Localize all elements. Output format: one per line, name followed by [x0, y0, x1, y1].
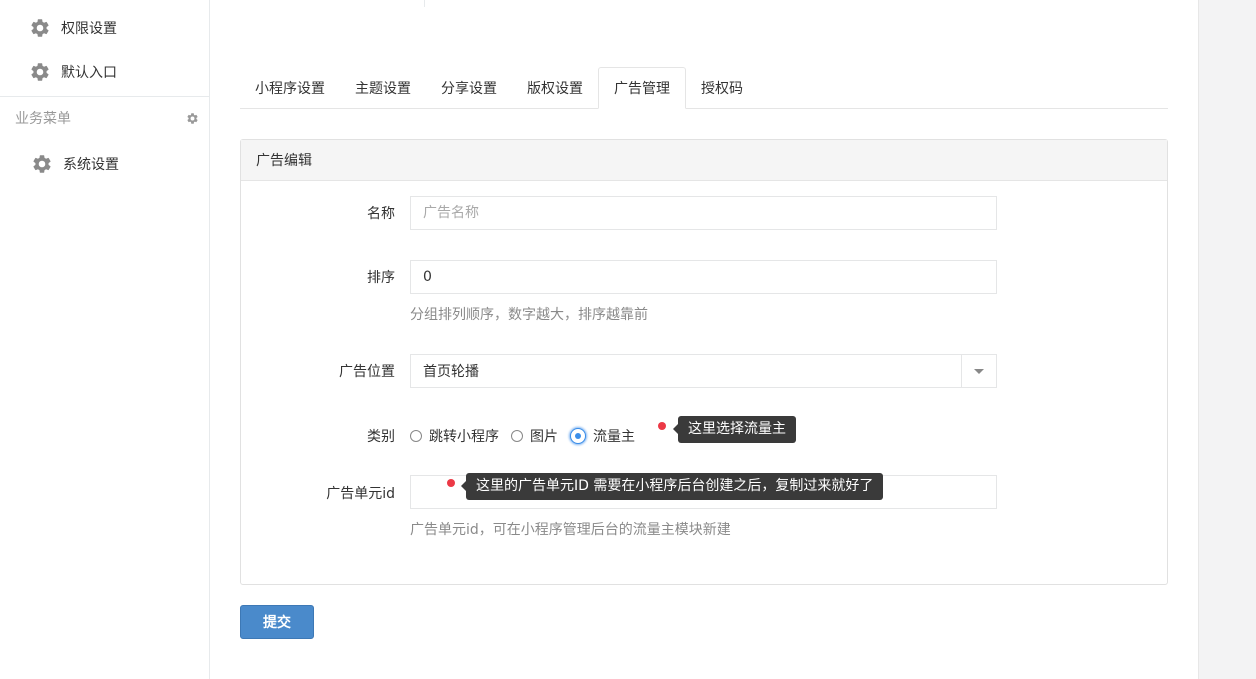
- tab-ad-management[interactable]: 广告管理: [598, 67, 686, 109]
- annotation-pin: [447, 479, 455, 487]
- annotation-pin: [658, 422, 666, 430]
- sidebar-item-permissions[interactable]: 权限设置: [0, 8, 209, 48]
- tab-miniprogram-settings[interactable]: 小程序设置: [240, 67, 340, 108]
- sidebar-item-system-settings[interactable]: 系统设置: [0, 144, 209, 184]
- sidebar-item-label: 默认入口: [61, 65, 117, 81]
- tab-auth-code[interactable]: 授权码: [686, 67, 758, 108]
- sidebar: 权限设置 默认入口 业务菜单 系统设置: [0, 0, 210, 679]
- unit-id-help-text: 广告单元id，可在小程序管理后台的流量主模块新建: [410, 522, 731, 538]
- chevron-down-icon[interactable]: [961, 355, 996, 387]
- unit-id-label: 广告单元id: [326, 486, 395, 502]
- radio-image[interactable]: 图片: [511, 426, 558, 446]
- right-gutter: [1198, 0, 1256, 679]
- ad-name-input[interactable]: [410, 196, 997, 230]
- sidebar-item-label: 系统设置: [63, 157, 119, 173]
- tab-copyright-settings[interactable]: 版权设置: [512, 67, 598, 108]
- sidebar-item-label: 权限设置: [61, 21, 117, 37]
- tab-theme-settings[interactable]: 主题设置: [340, 67, 426, 108]
- radio-label: 图片: [530, 429, 558, 445]
- radio-circle[interactable]: [410, 430, 422, 442]
- sidebar-divider: [0, 96, 209, 97]
- annotation-tooltip-type: 这里选择流量主: [673, 416, 796, 443]
- annotation-tooltip-unit-id: 这里的广告单元ID 需要在小程序后台创建之后，复制过来就好了: [460, 473, 884, 500]
- type-label: 类别: [367, 429, 395, 445]
- tab-share-settings[interactable]: 分享设置: [426, 67, 512, 108]
- submit-button[interactable]: 提交: [240, 605, 314, 639]
- ad-position-selected: 首页轮播: [423, 364, 479, 380]
- position-label: 广告位置: [339, 364, 395, 380]
- settings-tabs: 小程序设置 主题设置 分享设置 版权设置 广告管理 授权码: [240, 67, 1168, 109]
- sort-input[interactable]: [410, 260, 997, 294]
- panel-title: 广告编辑: [241, 140, 1167, 181]
- ad-position-select[interactable]: 首页轮播: [410, 354, 997, 388]
- radio-label: 流量主: [593, 429, 635, 445]
- name-label: 名称: [367, 206, 395, 222]
- radio-traffic-owner[interactable]: 流量主: [570, 426, 635, 446]
- gear-icon: [33, 155, 51, 173]
- radio-label: 跳转小程序: [429, 429, 499, 445]
- sidebar-group-label: 业务菜单: [15, 111, 71, 127]
- sort-label: 排序: [367, 270, 395, 286]
- gear-icon: [31, 63, 49, 81]
- radio-jump-miniprogram[interactable]: 跳转小程序: [410, 426, 499, 446]
- radio-circle-checked[interactable]: [570, 428, 586, 444]
- sort-help-text: 分组排列顺序，数字越大，排序越靠前: [410, 307, 648, 323]
- sidebar-group-header: 业务菜单: [15, 108, 199, 128]
- type-radio-group: 跳转小程序 图片 流量主: [410, 426, 647, 446]
- top-divider-stub: [424, 0, 425, 7]
- gear-icon: [31, 19, 49, 37]
- sidebar-item-default-entry[interactable]: 默认入口: [0, 52, 209, 92]
- gear-icon[interactable]: [186, 112, 199, 125]
- radio-circle[interactable]: [511, 430, 523, 442]
